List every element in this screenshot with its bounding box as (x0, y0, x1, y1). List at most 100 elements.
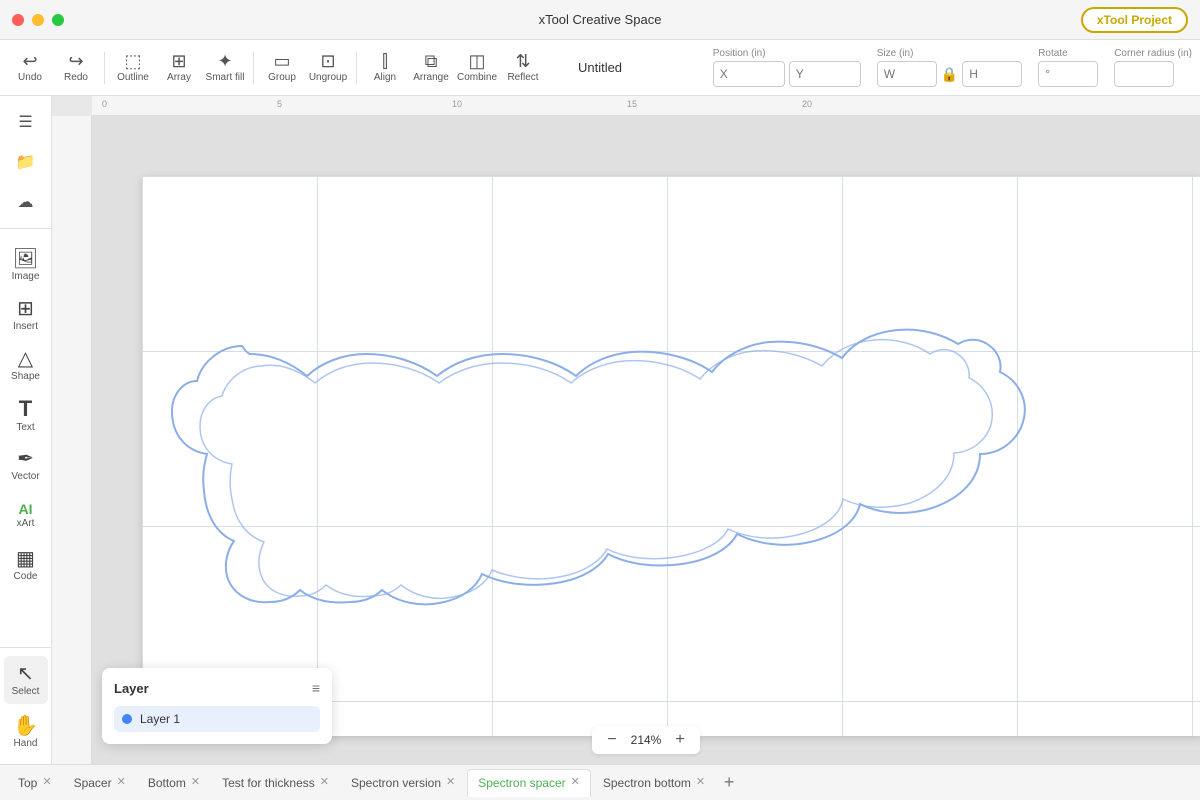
tab-bottom[interactable]: Bottom ✕ (138, 769, 210, 797)
text-label: Text (16, 422, 34, 433)
sidebar-nav-top: ☰ 📁 ☁ (0, 104, 51, 229)
sidebar-item-vector[interactable]: ✒ Vector (4, 441, 48, 489)
tab-add-button[interactable]: + (717, 771, 741, 795)
sidebar-item-select[interactable]: ↖ Select (4, 656, 48, 704)
code-icon: ▦ (16, 549, 35, 569)
arrange-button[interactable]: ⧉ Arrange (409, 44, 453, 92)
position-x-input[interactable] (713, 61, 785, 87)
position-y-input[interactable] (789, 61, 861, 87)
minimize-window-btn[interactable] (32, 14, 44, 26)
toolbar-sep-2 (253, 52, 254, 84)
design-shape[interactable] (162, 286, 1172, 606)
xtool-project-button[interactable]: xTool Project (1081, 7, 1188, 33)
redo-icon: ↪ (68, 52, 83, 70)
insert-label: Insert (13, 321, 38, 332)
tab-bottom-label: Bottom (148, 776, 186, 790)
canvas-document[interactable] (142, 176, 1200, 736)
shape-icon: △ (18, 349, 33, 369)
tab-top[interactable]: Top ✕ (8, 769, 62, 797)
corner-radius-label: Corner radius (in) (1114, 48, 1192, 59)
zoom-out-button[interactable]: − (602, 730, 622, 750)
toolbar-actions: ↩ Undo ↪ Redo ⬚ Outline ⊞ Array ✦ Smart … (8, 44, 545, 92)
tab-test[interactable]: Test for thickness ✕ (212, 769, 339, 797)
align-icon: ⫿ (382, 52, 388, 70)
xart-icon: AI (19, 502, 33, 516)
sidebar-item-code[interactable]: ▦ Code (4, 541, 48, 589)
ruler-tick-10: 10 (452, 99, 462, 109)
tab-bar: Top ✕ Spacer ✕ Bottom ✕ Test for thickne… (0, 764, 1200, 800)
tab-spectron-version-close[interactable]: ✕ (446, 777, 455, 788)
tab-top-close[interactable]: ✕ (42, 777, 51, 788)
tab-top-label: Top (18, 776, 37, 790)
sidebar-cloud-btn[interactable]: ☁ (8, 184, 44, 220)
toolbar-sep-1 (104, 52, 105, 84)
combine-button[interactable]: ◫ Combine (455, 44, 499, 92)
group-button[interactable]: ▭ Group (260, 44, 304, 92)
array-button[interactable]: ⊞ Array (157, 44, 201, 92)
array-label: Array (167, 72, 191, 83)
layer-panel-title: Layer (114, 681, 149, 696)
canvas-area[interactable]: 0 5 10 15 20 Layer (52, 96, 1200, 764)
reflect-icon: ⇅ (515, 52, 530, 70)
reflect-button[interactable]: ⇅ Reflect (501, 44, 545, 92)
layer-panel: Layer ≡ Layer 1 (102, 668, 332, 744)
group-icon: ▭ (273, 52, 290, 70)
main-area: ☰ 📁 ☁ 🖼 Image ⊞ Insert △ Shape T Text ✒ (0, 96, 1200, 764)
app-title: xTool Creative Space (539, 12, 662, 27)
smart-fill-label: Smart fill (206, 72, 245, 83)
sidebar-item-xart[interactable]: AI xArt (4, 491, 48, 539)
ruler-tick-15: 15 (627, 99, 637, 109)
size-h-input[interactable] (962, 61, 1022, 87)
ungroup-button[interactable]: ⊡ Ungroup (306, 44, 350, 92)
layer-item-1[interactable]: Layer 1 (114, 706, 320, 732)
ruler-tick-0: 0 (102, 99, 107, 109)
align-button[interactable]: ⫿ Align (363, 44, 407, 92)
vector-label: Vector (11, 471, 39, 482)
corner-radius-input[interactable] (1114, 61, 1174, 87)
vector-icon: ✒ (17, 449, 34, 469)
undo-button[interactable]: ↩ Undo (8, 44, 52, 92)
position-group: Position (in) (713, 48, 861, 87)
smart-fill-button[interactable]: ✦ Smart fill (203, 44, 247, 92)
zoom-in-button[interactable]: + (670, 730, 690, 750)
sidebar-folder-btn[interactable]: 📁 (8, 144, 44, 180)
zoom-value-display: 214% (628, 733, 664, 747)
tab-spacer[interactable]: Spacer ✕ (64, 769, 136, 797)
tab-spectron-spacer-label: Spectron spacer (478, 776, 565, 790)
window-controls (12, 14, 64, 26)
tab-spectron-bottom-close[interactable]: ✕ (696, 777, 705, 788)
outline-button[interactable]: ⬚ Outline (111, 44, 155, 92)
image-icon: 🖼 (13, 249, 38, 269)
text-icon: T (19, 398, 32, 420)
tab-spectron-bottom[interactable]: Spectron bottom ✕ (593, 769, 715, 797)
zoom-bar: − 214% + (592, 726, 700, 754)
tab-test-close[interactable]: ✕ (320, 777, 329, 788)
size-w-input[interactable] (877, 61, 937, 87)
sidebar-bottom-tools: ↖ Select ✋ Hand (0, 647, 51, 756)
rotate-input[interactable] (1038, 61, 1098, 87)
tab-spectron-spacer-close[interactable]: ✕ (571, 777, 580, 788)
tab-spectron-version[interactable]: Spectron version ✕ (341, 769, 465, 797)
canvas-content[interactable]: Layer ≡ Layer 1 − 214% + (92, 116, 1200, 764)
ruler-tick-20: 20 (802, 99, 812, 109)
close-window-btn[interactable] (12, 14, 24, 26)
layer-settings-icon[interactable]: ≡ (312, 680, 320, 696)
redo-button[interactable]: ↪ Redo (54, 44, 98, 92)
sidebar-item-shape[interactable]: △ Shape (4, 341, 48, 389)
undo-label: Undo (18, 72, 42, 83)
tab-spectron-spacer[interactable]: Spectron spacer ✕ (467, 769, 591, 797)
toolbar-fields: Position (in) Size (in) 🔒 Rotate Corner … (713, 48, 1192, 87)
maximize-window-btn[interactable] (52, 14, 64, 26)
sidebar-item-image[interactable]: 🖼 Image (4, 241, 48, 289)
sidebar-item-text[interactable]: T Text (4, 391, 48, 439)
sidebar-menu-btn[interactable]: ☰ (8, 104, 44, 140)
ruler-tick-5: 5 (277, 99, 282, 109)
reflect-label: Reflect (507, 72, 538, 83)
tab-spectron-version-label: Spectron version (351, 776, 441, 790)
sidebar-item-hand[interactable]: ✋ Hand (4, 708, 48, 756)
ungroup-label: Ungroup (309, 72, 347, 83)
sidebar-item-insert[interactable]: ⊞ Insert (4, 291, 48, 339)
tab-bottom-close[interactable]: ✕ (191, 777, 200, 788)
rotate-group: Rotate (1038, 48, 1098, 87)
tab-spacer-close[interactable]: ✕ (117, 777, 126, 788)
